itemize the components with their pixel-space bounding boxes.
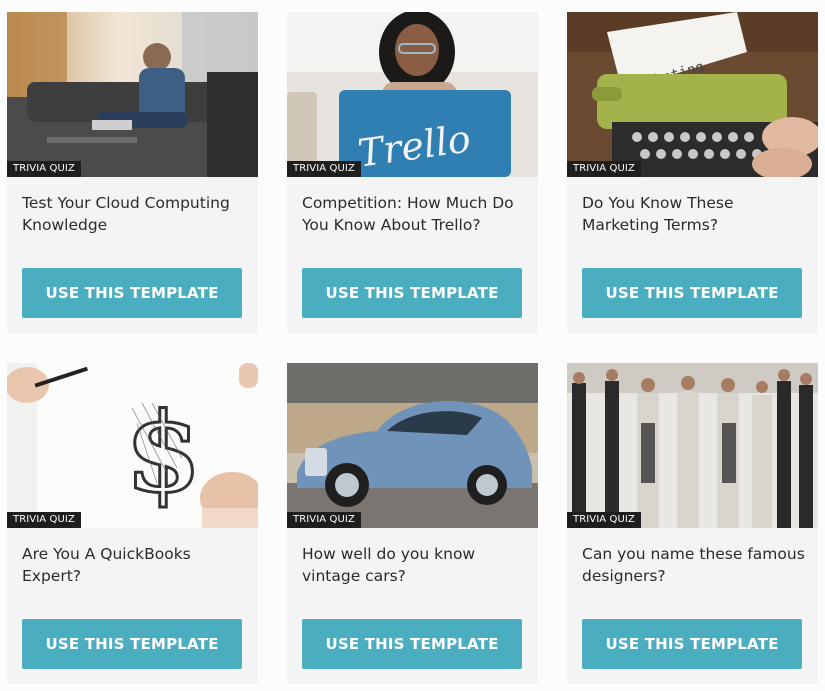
template-card[interactable]: marketing TRIVIA QUIZ Do You Know These … — [567, 12, 818, 333]
card-title: Competition: How Much Do You Know About … — [302, 194, 514, 234]
trivia-quiz-badge: TRIVIA QUIZ — [567, 512, 641, 528]
card-title: Can you name these famous designers? — [582, 545, 805, 585]
card-title: Are You A QuickBooks Expert? — [22, 545, 191, 585]
card-title: Do You Know These Marketing Terms? — [582, 194, 734, 234]
template-card[interactable]: $ TRIVIA QUIZ Are You A QuickBooks Exper… — [7, 363, 258, 684]
fashion-runway-image — [567, 363, 818, 528]
use-this-template-button[interactable]: USE THIS TEMPLATE — [582, 619, 802, 669]
card-title: How well do you know vintage cars? — [302, 545, 476, 585]
card-image[interactable]: TRIVIA QUIZ — [287, 363, 538, 528]
use-this-template-button[interactable]: USE THIS TEMPLATE — [302, 619, 522, 669]
template-grid: TRIVIA QUIZ Test Your Cloud Computing Kn… — [0, 0, 825, 691]
template-card[interactable]: TRIVIA QUIZ Test Your Cloud Computing Kn… — [7, 12, 258, 333]
card-image[interactable]: $ TRIVIA QUIZ — [7, 363, 258, 528]
dollar-drawing-image: $ — [7, 363, 258, 528]
trivia-quiz-badge: TRIVIA QUIZ — [287, 512, 361, 528]
template-card[interactable]: TRIVIA QUIZ Can you name these famous de… — [567, 363, 818, 684]
card-image[interactable]: Trello TRIVIA QUIZ — [287, 12, 538, 177]
card-title: Test Your Cloud Computing Knowledge — [22, 194, 230, 234]
use-this-template-button[interactable]: USE THIS TEMPLATE — [582, 268, 802, 318]
use-this-template-button[interactable]: USE THIS TEMPLATE — [22, 268, 242, 318]
template-card[interactable]: Trello TRIVIA QUIZ Competition: How Much… — [287, 12, 538, 333]
trivia-quiz-badge: TRIVIA QUIZ — [287, 161, 361, 177]
template-card[interactable]: TRIVIA QUIZ How well do you know vintage… — [287, 363, 538, 684]
vintage-car-image — [287, 363, 538, 528]
woman-with-laptop-image: Trello — [287, 12, 538, 177]
card-image[interactable]: TRIVIA QUIZ — [567, 363, 818, 528]
use-this-template-button[interactable]: USE THIS TEMPLATE — [302, 268, 522, 318]
trivia-quiz-badge: TRIVIA QUIZ — [7, 161, 81, 177]
man-on-couch-image — [7, 12, 258, 177]
card-image[interactable]: marketing TRIVIA QUIZ — [567, 12, 818, 177]
use-this-template-button[interactable]: USE THIS TEMPLATE — [22, 619, 242, 669]
svg-text:$: $ — [125, 388, 202, 517]
trivia-quiz-badge: TRIVIA QUIZ — [7, 512, 81, 528]
card-image[interactable]: TRIVIA QUIZ — [7, 12, 258, 177]
trivia-quiz-badge: TRIVIA QUIZ — [567, 161, 641, 177]
typewriter-image: marketing — [567, 12, 818, 177]
